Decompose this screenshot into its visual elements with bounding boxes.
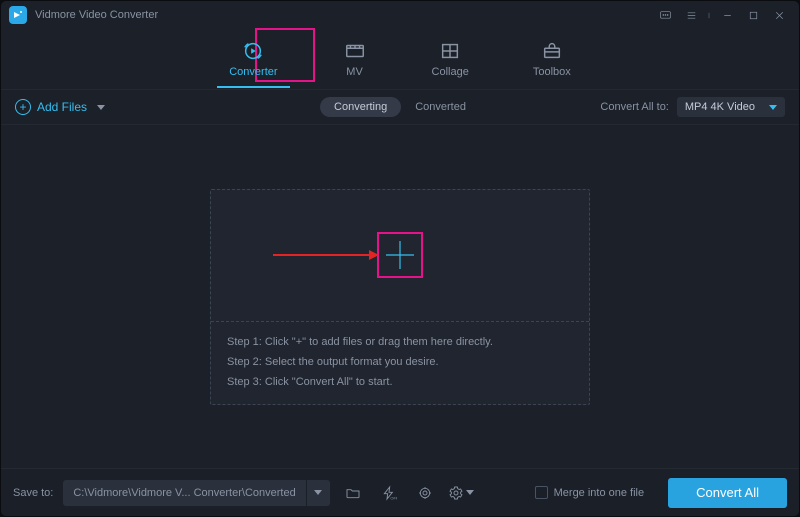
chevron-down-icon: [769, 105, 777, 110]
window-controls: [653, 3, 791, 27]
tab-label: Collage: [432, 66, 469, 78]
tab-mv[interactable]: MV: [336, 36, 374, 82]
open-folder-button[interactable]: [340, 480, 366, 506]
add-files-plus-button[interactable]: [377, 232, 423, 278]
toolbox-icon: [539, 40, 565, 62]
output-path-box: C:\Vidmore\Vidmore V... Converter\Conver…: [63, 480, 329, 506]
tab-label: MV: [346, 66, 363, 78]
step-2: Step 2: Select the output format you des…: [227, 356, 573, 368]
convert-all-button[interactable]: Convert All: [668, 478, 787, 508]
toolbar: + Add Files Converting Converted Convert…: [1, 89, 799, 125]
main-area: Step 1: Click "+" to add files or drag t…: [1, 125, 799, 468]
output-format-value: MP4 4K Video: [685, 101, 755, 113]
convert-all-to: Convert All to: MP4 4K Video: [600, 97, 785, 117]
svg-text:OFF: OFF: [390, 495, 397, 500]
save-to-label: Save to:: [13, 487, 53, 499]
app-logo-icon: [9, 6, 27, 24]
maximize-button[interactable]: [741, 3, 765, 27]
collage-icon: [437, 40, 463, 62]
drop-zone-steps: Step 1: Click "+" to add files or drag t…: [211, 322, 589, 404]
titlebar-left: Vidmore Video Converter: [9, 6, 158, 24]
step-3: Step 3: Click "Convert All" to start.: [227, 376, 573, 388]
pin-divider: [705, 3, 713, 27]
output-format-select[interactable]: MP4 4K Video: [677, 97, 785, 117]
segment-converted[interactable]: Converted: [401, 97, 480, 117]
merge-checkbox[interactable]: Merge into one file: [535, 486, 645, 499]
plus-circle-icon: +: [15, 99, 31, 115]
hardware-accel-button[interactable]: OFF: [376, 480, 402, 506]
converter-icon: [240, 40, 266, 62]
footer-bar: Save to: C:\Vidmore\Vidmore V... Convert…: [1, 468, 799, 516]
tab-label: Toolbox: [533, 66, 571, 78]
menu-icon[interactable]: [679, 3, 703, 27]
minimize-button[interactable]: [715, 3, 739, 27]
tab-converter[interactable]: Converter: [223, 36, 283, 82]
checkbox-icon: [535, 486, 548, 499]
add-files-label: Add Files: [37, 100, 87, 114]
close-button[interactable]: [767, 3, 791, 27]
merge-label: Merge into one file: [554, 487, 645, 499]
app-title: Vidmore Video Converter: [35, 9, 158, 21]
output-path-dropdown[interactable]: [306, 480, 330, 506]
chevron-down-icon: [97, 105, 105, 110]
step-1: Step 1: Click "+" to add files or drag t…: [227, 336, 573, 348]
main-tabs: Converter MV Collage Toolbox: [1, 29, 799, 89]
segment-converting[interactable]: Converting: [320, 97, 401, 117]
settings-button[interactable]: [448, 480, 474, 506]
annotation-arrow: [273, 250, 379, 260]
tab-label: Converter: [229, 66, 277, 78]
title-bar: Vidmore Video Converter: [1, 1, 799, 29]
high-speed-button[interactable]: [412, 480, 438, 506]
conversion-state-segment: Converting Converted: [320, 97, 480, 117]
drop-zone-top: [211, 190, 589, 322]
tab-toolbox[interactable]: Toolbox: [527, 36, 577, 82]
add-files-button[interactable]: + Add Files: [15, 99, 105, 115]
convert-all-to-label: Convert All to:: [600, 101, 668, 113]
tab-collage[interactable]: Collage: [426, 36, 475, 82]
feedback-icon[interactable]: [653, 3, 677, 27]
app-window: Vidmore Video Converter Converter MV Col…: [0, 0, 800, 517]
mv-icon: [342, 40, 368, 62]
drop-zone[interactable]: Step 1: Click "+" to add files or drag t…: [210, 189, 590, 405]
output-path[interactable]: C:\Vidmore\Vidmore V... Converter\Conver…: [63, 487, 305, 499]
